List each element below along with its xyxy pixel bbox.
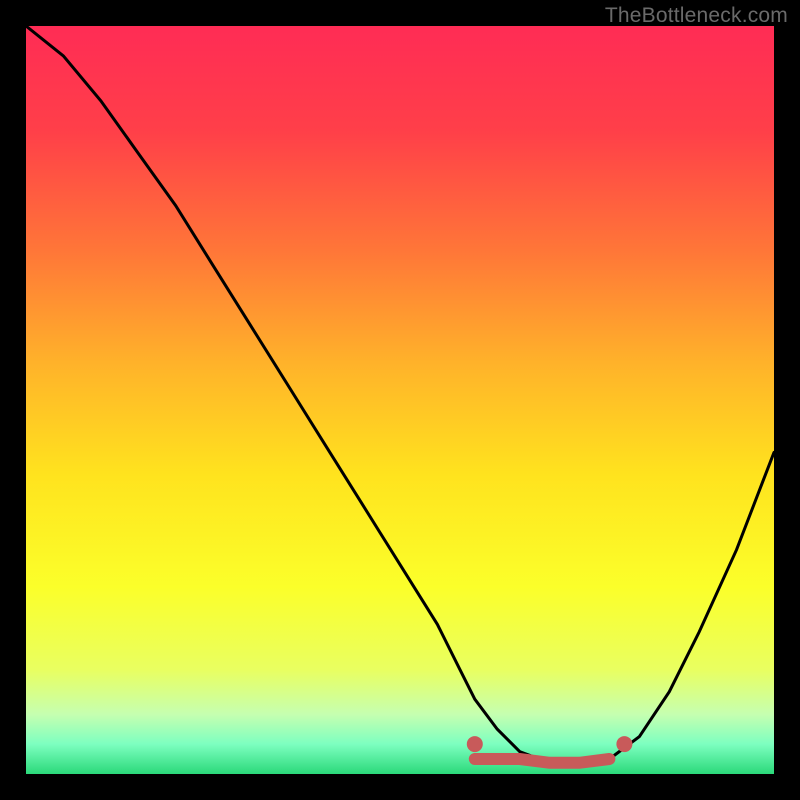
watermark-text: TheBottleneck.com xyxy=(605,4,788,28)
bottleneck-chart xyxy=(26,26,774,774)
marker-left xyxy=(467,736,483,752)
marker-right xyxy=(616,736,632,752)
gradient-background xyxy=(26,26,774,774)
optimal-range-bar xyxy=(475,759,610,763)
